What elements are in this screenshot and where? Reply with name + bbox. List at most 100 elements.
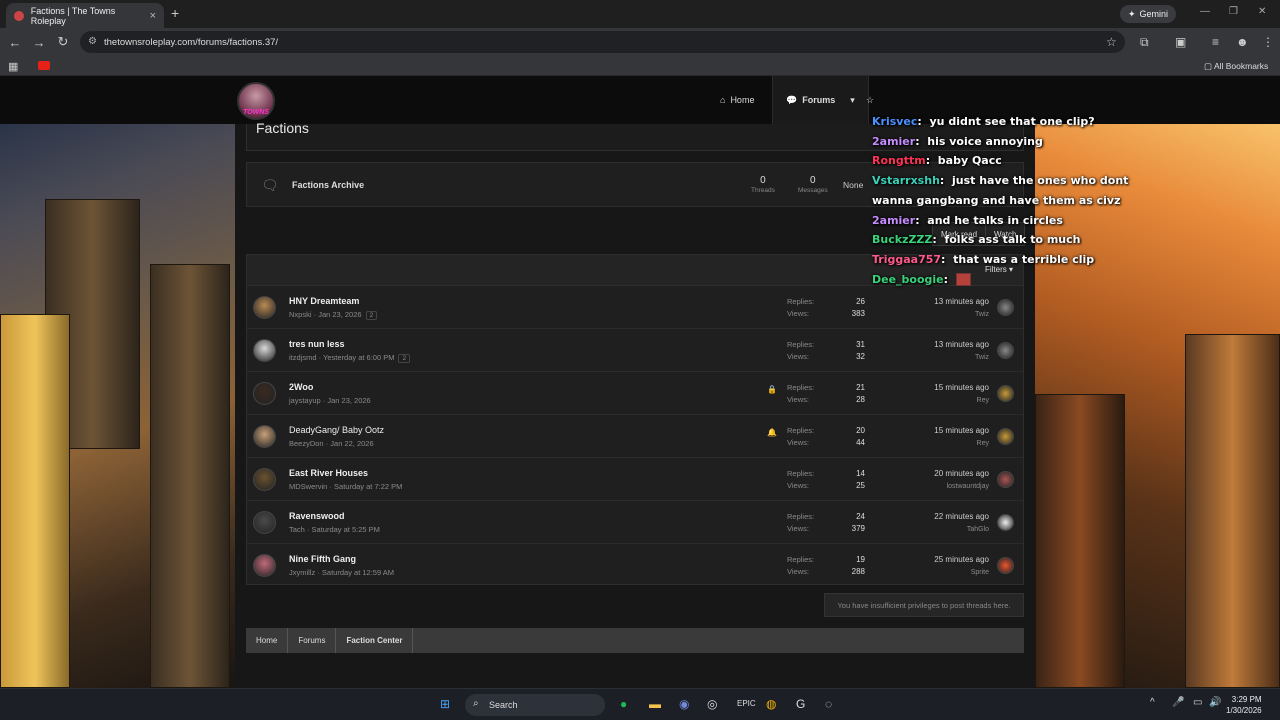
breadcrumb-forums[interactable]: Forums — [288, 628, 337, 653]
gemini-button[interactable]: ✦ Gemini — [1120, 5, 1177, 23]
breadcrumb-faction-center[interactable]: Faction Center — [336, 628, 414, 653]
chat-text: yu didnt see that one clip? — [929, 115, 1095, 128]
new-tab-icon[interactable]: + — [171, 5, 179, 21]
steam-icon[interactable]: ◎ — [707, 697, 717, 711]
thread-title[interactable]: Nine Fifth Gang — [289, 554, 356, 564]
apps-icon[interactable]: ▦ — [8, 60, 18, 73]
thread-row[interactable]: 2Woo jaystayup · Jan 23, 2026 🔒 Replies: 21 V… — [247, 372, 1023, 415]
thread-title[interactable]: tres nun less — [289, 339, 345, 349]
thread-row[interactable]: DeadyGang/ Baby Ootz BeezyDon · Jan 22, 2… — [247, 415, 1023, 458]
last-post-user[interactable]: Rey — [977, 440, 989, 447]
epic-games-icon[interactable]: EPIC — [737, 699, 756, 708]
back-icon[interactable]: ← — [3, 35, 27, 50]
last-post-user[interactable]: Twiz — [975, 311, 989, 318]
system-clock[interactable]: 3:29 PM 1/30/2026 — [1226, 694, 1262, 716]
author-avatar[interactable] — [253, 296, 276, 319]
mic-icon[interactable]: 🎤 — [1172, 697, 1184, 708]
thread-author[interactable]: Nxpski — [289, 310, 312, 319]
author-avatar[interactable] — [253, 511, 276, 534]
thread-title[interactable]: Ravenswood — [289, 511, 345, 521]
network-icon[interactable]: ▭ — [1193, 697, 1202, 708]
bookmark-star-icon[interactable]: ☆ — [1106, 35, 1117, 49]
file-explorer-icon[interactable]: ▬ — [649, 697, 661, 711]
browser-tab[interactable]: Factions | The Towns Roleplay × — [6, 3, 164, 28]
last-post-user[interactable]: lostwauntdjay — [947, 483, 989, 490]
last-poster-avatar[interactable] — [997, 428, 1014, 445]
last-post-time[interactable]: 15 minutes ago — [934, 383, 989, 392]
close-tab-icon[interactable]: × — [150, 10, 156, 22]
replies-count: 20 — [856, 426, 865, 435]
chrome-icon[interactable]: ◍ — [766, 697, 776, 711]
thread-author[interactable]: jaystayup — [289, 396, 321, 405]
thread-author[interactable]: Tach — [289, 525, 305, 534]
thread-date: Saturday at 7:22 PM — [334, 482, 403, 491]
last-post-user[interactable]: Rey — [977, 397, 989, 404]
maximize-icon[interactable]: ❐ — [1229, 6, 1238, 17]
last-post-time[interactable]: 25 minutes ago — [934, 555, 989, 564]
forward-icon[interactable]: → — [27, 35, 51, 50]
menu-icon[interactable]: ⋮ — [1262, 35, 1274, 49]
youtube-bookmark-icon[interactable] — [38, 61, 50, 70]
thread-author[interactable]: MDSwervin — [289, 482, 327, 491]
thread-author[interactable]: Jxymillz — [289, 568, 315, 577]
last-post-time[interactable]: 13 minutes ago — [934, 340, 989, 349]
tray-chevron-icon[interactable]: ^ — [1150, 697, 1155, 708]
thread-title[interactable]: East River Houses — [289, 468, 368, 478]
last-poster-avatar[interactable] — [997, 557, 1014, 574]
thread-author[interactable]: itzdjsmd — [289, 353, 317, 362]
thread-row[interactable]: tres nun less itzdjsmd · Yesterday at 6:0… — [247, 329, 1023, 372]
replies-count: 26 — [856, 297, 865, 306]
last-poster-avatar[interactable] — [997, 514, 1014, 531]
last-post-time[interactable]: 22 minutes ago — [934, 512, 989, 521]
thread-title[interactable]: 2Woo — [289, 382, 313, 392]
spotify-icon[interactable]: ● — [620, 697, 627, 711]
thread-title[interactable]: HNY Dreamteam — [289, 296, 359, 306]
taskbar-search[interactable]: ⌕ Search — [465, 694, 605, 716]
discord-icon[interactable]: ◉ — [679, 697, 689, 711]
chevron-down-icon[interactable]: ▾ — [850, 95, 855, 106]
extensions-icon[interactable]: ⧉ — [1140, 35, 1149, 50]
side-panel-icon[interactable]: ▣ — [1175, 35, 1186, 49]
volume-icon[interactable]: 🔊 — [1209, 697, 1221, 708]
chat-text: that was a terrible clip — [953, 252, 1095, 266]
breadcrumb-home[interactable]: Home — [246, 628, 289, 653]
thread-title[interactable]: DeadyGang/ Baby Ootz — [289, 425, 384, 435]
site-info-icon[interactable]: ⚙ — [88, 36, 97, 47]
last-poster-avatar[interactable] — [997, 385, 1014, 402]
last-poster-avatar[interactable] — [997, 471, 1014, 488]
app-g-icon[interactable]: G — [796, 697, 805, 711]
thread-row[interactable]: Nine Fifth Gang Jxymillz · Saturday at 12… — [247, 544, 1023, 587]
all-bookmarks-link[interactable]: ▢ All Bookmarks — [1204, 61, 1268, 72]
page-jump[interactable]: 2 — [398, 354, 411, 363]
media-icon[interactable]: ≡ — [1212, 35, 1219, 49]
site-logo[interactable]: TOWNS — [237, 82, 275, 120]
author-avatar[interactable] — [253, 468, 276, 491]
reload-icon[interactable]: ↻ — [51, 34, 75, 50]
nav-forums[interactable]: 💬 Forums ▾ — [772, 76, 869, 124]
last-poster-avatar[interactable] — [997, 342, 1014, 359]
app-ring-icon[interactable]: ◌ — [825, 697, 832, 711]
minimize-icon[interactable]: — — [1200, 6, 1210, 17]
last-post-user[interactable]: Sprite — [971, 569, 989, 576]
author-avatar[interactable] — [253, 554, 276, 577]
last-post-user[interactable]: Twiz — [975, 354, 989, 361]
thread-row[interactable]: Ravenswood Tach · Saturday at 5:25 PM Repl… — [247, 501, 1023, 544]
last-post-time[interactable]: 20 minutes ago — [934, 469, 989, 478]
last-post-time[interactable]: 15 minutes ago — [934, 426, 989, 435]
author-avatar[interactable] — [253, 339, 276, 362]
thread-author[interactable]: BeezyDon — [289, 439, 324, 448]
author-avatar[interactable] — [253, 425, 276, 448]
close-window-icon[interactable]: ✕ — [1258, 6, 1266, 17]
nav-home[interactable]: ⌂ Home — [720, 76, 754, 124]
last-poster-avatar[interactable] — [997, 299, 1014, 316]
thread-row[interactable]: East River Houses MDSwervin · Saturday at… — [247, 458, 1023, 501]
url-field[interactable]: ⚙ thetownsroleplay.com/forums/factions.3… — [80, 31, 1125, 53]
windows-start-icon[interactable]: ⊞ — [440, 697, 450, 711]
page-jump[interactable]: 2 — [365, 311, 378, 320]
author-avatar[interactable] — [253, 382, 276, 405]
thread-row[interactable]: HNY Dreamteam Nxpski · Jan 23, 2026 2 Repli… — [247, 286, 1023, 329]
last-post-time[interactable]: 13 minutes ago — [934, 297, 989, 306]
last-post-user[interactable]: TahGlo — [967, 526, 989, 533]
subforum-name[interactable]: Factions Archive — [292, 180, 364, 190]
profile-icon[interactable]: ☻ — [1236, 35, 1249, 49]
